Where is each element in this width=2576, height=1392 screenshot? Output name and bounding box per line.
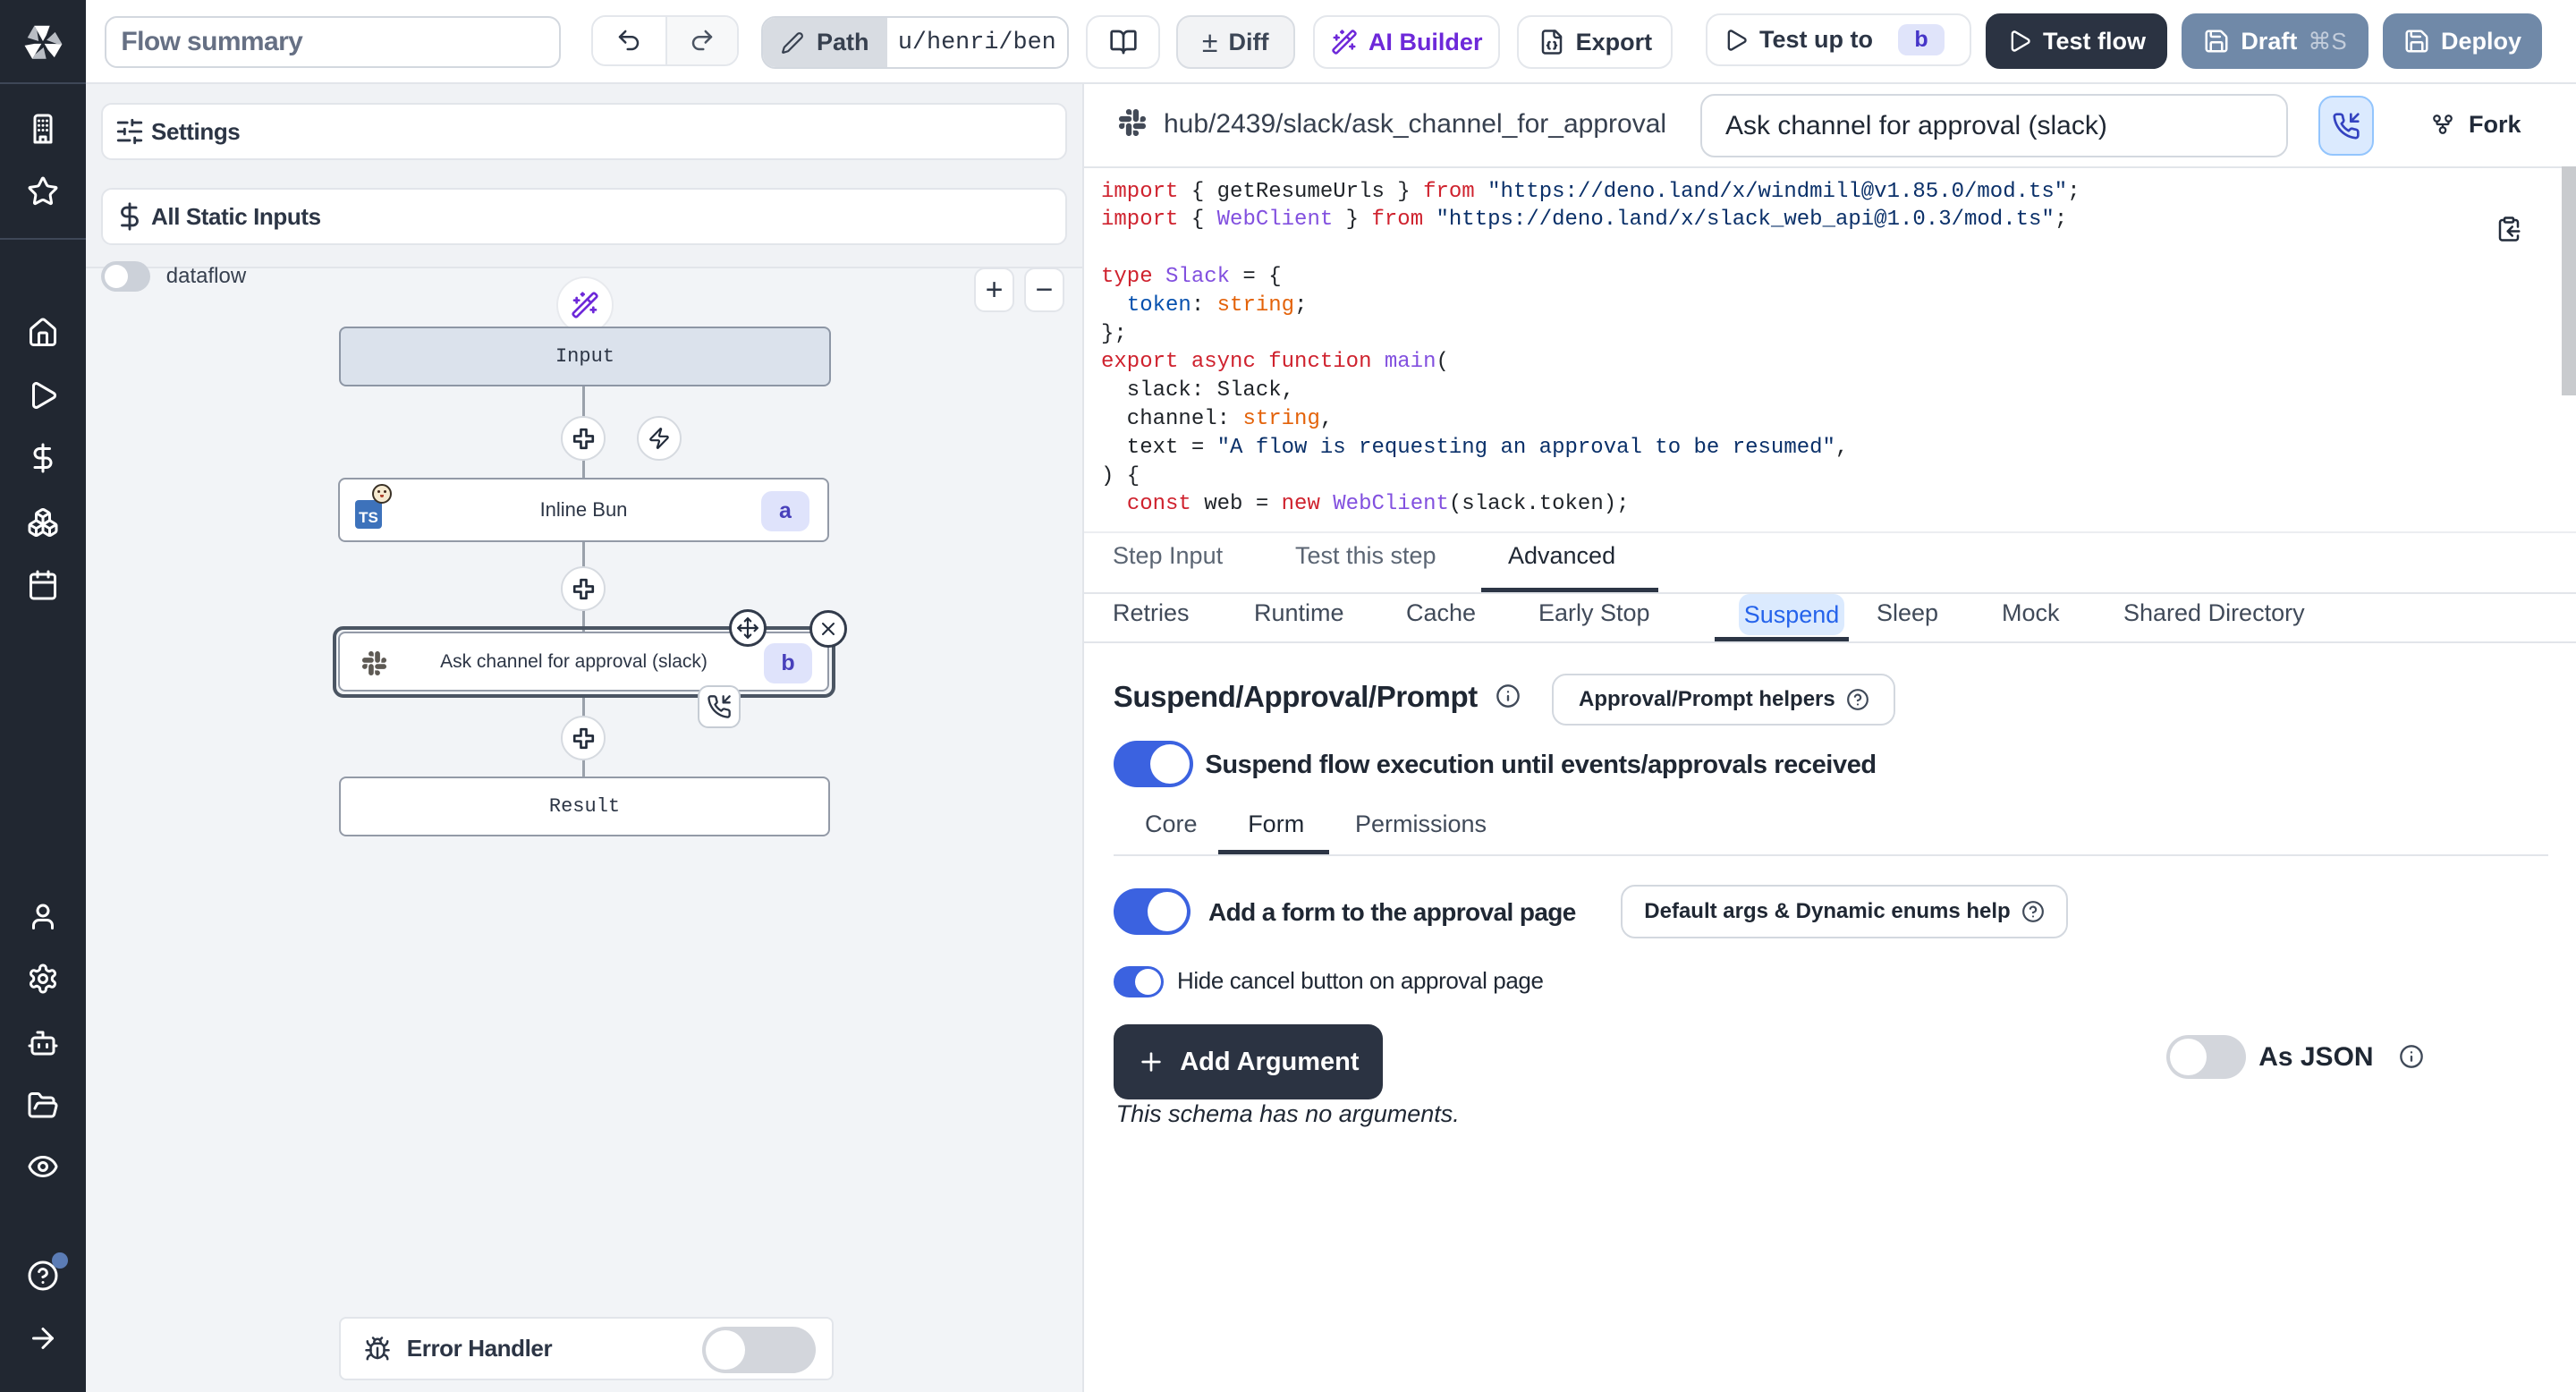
svg-text:TS: TS (359, 509, 378, 526)
